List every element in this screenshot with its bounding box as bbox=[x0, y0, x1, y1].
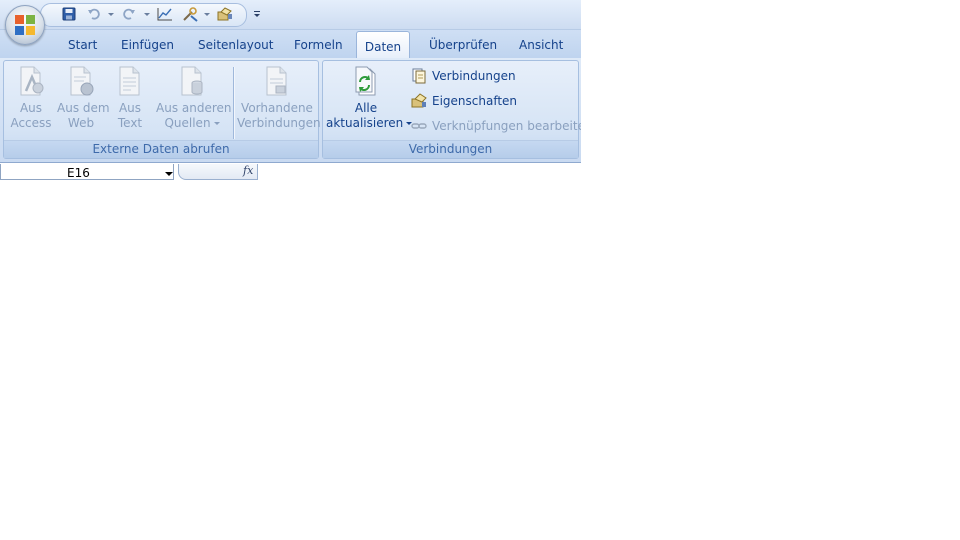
tab-einfuegen[interactable]: Einfügen bbox=[121, 38, 174, 52]
tools-icon bbox=[183, 6, 198, 22]
tab-formeln[interactable]: Formeln bbox=[294, 38, 343, 52]
insert-function-button[interactable]: fx bbox=[243, 164, 253, 177]
web-query-icon bbox=[70, 66, 94, 96]
properties-button[interactable]: Eigenschaften bbox=[411, 91, 517, 111]
refresh-all-label-1: Alle bbox=[354, 101, 378, 115]
from-text-button[interactable]: Aus Text bbox=[110, 65, 150, 131]
from-access-label-2: Access bbox=[10, 116, 52, 130]
tab-ueberpruefen[interactable]: Überprüfen bbox=[429, 38, 497, 52]
from-web-label-2: Web bbox=[67, 116, 95, 130]
undo-button[interactable] bbox=[86, 5, 102, 23]
office-logo-icon bbox=[15, 15, 35, 35]
redo-button[interactable] bbox=[121, 5, 137, 23]
from-other-sources-label-2-text: Quellen bbox=[164, 116, 211, 130]
from-text-label-1: Aus bbox=[118, 101, 142, 115]
group-label-external-data: Externe Daten abrufen bbox=[4, 140, 318, 158]
undo-icon bbox=[88, 8, 100, 20]
connections-button[interactable]: Verbindungen bbox=[411, 66, 516, 86]
refresh-all-icon bbox=[355, 66, 376, 96]
edit-links-label: Verknüpfungen bearbeiten bbox=[432, 119, 581, 133]
ribbon-tab-row: Start Einfügen Seitenlayout Formeln Date… bbox=[0, 30, 581, 59]
properties-icon bbox=[411, 93, 427, 108]
text-file-icon bbox=[119, 66, 140, 96]
existing-connections-icon bbox=[266, 66, 287, 96]
chevron-down-icon[interactable] bbox=[165, 172, 173, 176]
access-database-icon bbox=[20, 66, 44, 96]
chart-icon bbox=[157, 8, 172, 21]
customize-qat-button[interactable] bbox=[252, 5, 262, 23]
name-box-value: E16 bbox=[67, 166, 90, 180]
from-access-label-1: Aus bbox=[19, 101, 43, 115]
refresh-all-label-2: aktualisieren bbox=[326, 116, 413, 131]
refresh-all-button[interactable]: Alle aktualisieren bbox=[326, 65, 413, 131]
tools-button[interactable] bbox=[181, 5, 201, 23]
connections-label: Verbindungen bbox=[432, 69, 516, 83]
from-access-button[interactable]: Aus Access bbox=[8, 65, 54, 131]
chevron-down-icon bbox=[213, 122, 220, 125]
save-icon bbox=[62, 7, 76, 21]
group-label-connections: Verbindungen bbox=[323, 140, 578, 158]
properties-label: Eigenschaften bbox=[432, 94, 518, 108]
tab-ansicht[interactable]: Ansicht bbox=[519, 38, 563, 52]
redo-dropdown-icon[interactable] bbox=[144, 13, 150, 16]
group-separator bbox=[233, 67, 234, 139]
name-box[interactable]: E16 bbox=[0, 164, 174, 180]
tab-daten[interactable]: Daten bbox=[356, 31, 410, 59]
properties-qat-button[interactable] bbox=[216, 5, 234, 23]
refresh-all-label-2-text: aktualisieren bbox=[326, 116, 404, 130]
other-sources-icon bbox=[181, 66, 203, 96]
tab-start[interactable]: Start bbox=[68, 38, 97, 52]
edit-links-icon bbox=[411, 123, 427, 129]
existing-connections-label-1: Vorhandene bbox=[241, 101, 313, 115]
properties-qat-icon bbox=[217, 7, 232, 21]
existing-connections-button[interactable]: Vorhandene Verbindungen bbox=[237, 65, 321, 131]
from-text-label-2: Text bbox=[117, 116, 143, 130]
from-web-label-1: Aus dem bbox=[57, 101, 110, 115]
group-external-data: Aus Access Aus dem Web Aus Text Aus ande… bbox=[3, 60, 321, 159]
formula-bar: E16 fx bbox=[0, 163, 581, 180]
edit-links-button[interactable]: Verknüpfungen bearbeiten bbox=[411, 116, 581, 136]
connections-icon bbox=[412, 68, 426, 84]
from-other-sources-button[interactable]: Aus anderen Quellen bbox=[156, 65, 232, 131]
quick-access-toolbar bbox=[0, 0, 581, 30]
ribbon-panel: Aus Access Aus dem Web Aus Text Aus ande… bbox=[0, 58, 581, 163]
from-web-button[interactable]: Aus dem Web bbox=[57, 65, 110, 131]
formula-tools: fx bbox=[178, 164, 258, 180]
redo-icon bbox=[123, 8, 135, 20]
excel-window: Start Einfügen Seitenlayout Formeln Date… bbox=[0, 0, 581, 180]
office-button[interactable] bbox=[5, 5, 45, 45]
existing-connections-label-2: Verbindungen bbox=[237, 116, 321, 130]
customize-qat-icon bbox=[254, 11, 260, 17]
from-other-sources-label-1: Aus anderen bbox=[156, 101, 232, 115]
chart-button[interactable] bbox=[156, 5, 174, 23]
tools-dropdown-icon[interactable] bbox=[204, 13, 210, 16]
from-other-sources-label-2: Quellen bbox=[156, 116, 228, 131]
tab-seitenlayout[interactable]: Seitenlayout bbox=[198, 38, 273, 52]
save-button[interactable] bbox=[61, 5, 77, 23]
undo-dropdown-icon[interactable] bbox=[108, 13, 114, 16]
group-connections: Alle aktualisieren Verbindungen Eigensch… bbox=[322, 60, 581, 159]
